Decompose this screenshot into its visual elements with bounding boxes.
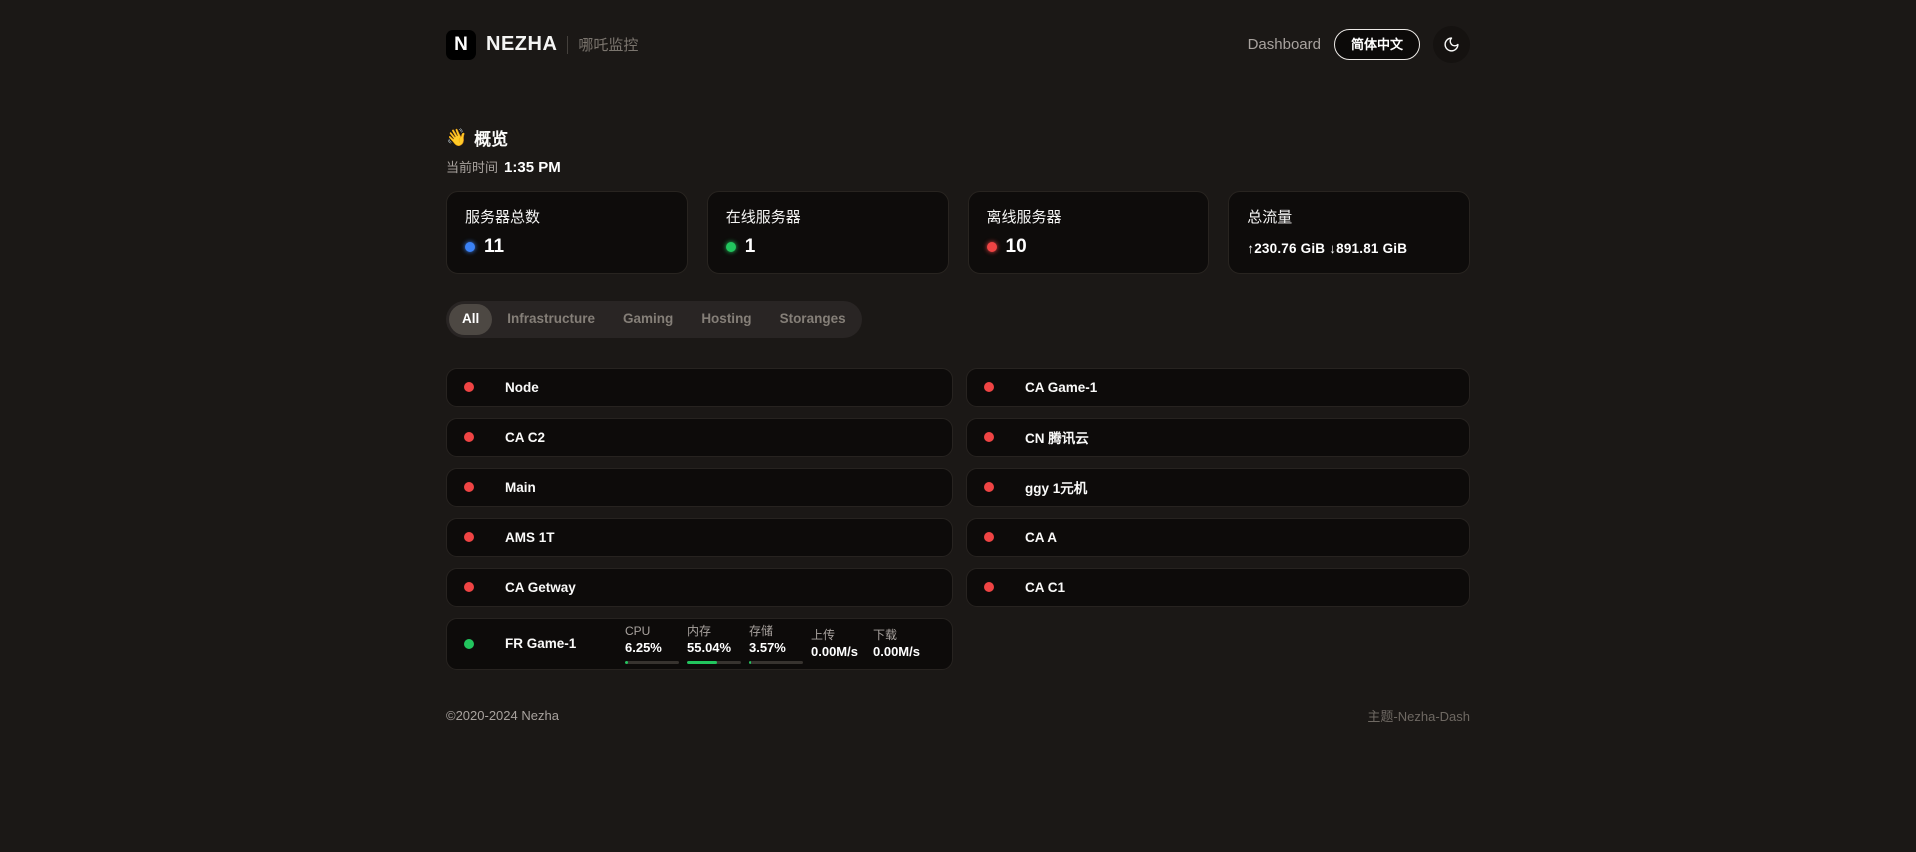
brand-name: NEZHA bbox=[486, 33, 557, 56]
memory-stat: 内存 55.04% bbox=[687, 624, 741, 664]
memory-label: 内存 bbox=[687, 624, 741, 639]
cpu-value: 6.25% bbox=[625, 639, 679, 657]
server-row-ams-1t[interactable]: AMS 1T bbox=[446, 518, 953, 557]
offline-status-dot bbox=[464, 532, 474, 542]
upload-label: 上传 bbox=[811, 628, 865, 643]
stat-card-total-servers[interactable]: 服务器总数 11 bbox=[446, 191, 688, 274]
tab-gaming[interactable]: Gaming bbox=[610, 304, 686, 335]
server-row-ca-c1[interactable]: CA C1 bbox=[966, 568, 1470, 607]
server-row-fr-game-1[interactable]: FR Game-1 CPU 6.25% 内存 55.04% 存储 3.57% bbox=[446, 618, 953, 670]
server-row-ggy[interactable]: ggy 1元机 bbox=[966, 468, 1470, 507]
brand-divider bbox=[567, 36, 568, 54]
offline-status-dot bbox=[464, 582, 474, 592]
server-row-node[interactable]: Node bbox=[446, 368, 953, 407]
moon-icon bbox=[1443, 36, 1460, 53]
stat-label: 总流量 bbox=[1247, 206, 1451, 227]
tab-all[interactable]: All bbox=[449, 304, 492, 335]
current-time-line: 当前时间 1:35 PM bbox=[446, 157, 1470, 176]
server-name: FR Game-1 bbox=[505, 636, 576, 651]
server-row-cn-tencent[interactable]: CN 腾讯云 bbox=[966, 418, 1470, 457]
stat-value: 10 bbox=[1006, 236, 1027, 258]
server-row-main[interactable]: Main bbox=[446, 468, 953, 507]
stat-label: 离线服务器 bbox=[987, 206, 1191, 227]
filter-tabs: All Infrastructure Gaming Hosting Storan… bbox=[446, 301, 862, 338]
memory-value: 55.04% bbox=[687, 639, 741, 657]
server-list: Node CA Game-1 CA C2 CN 腾讯云 Main ggy 1元机… bbox=[446, 368, 1470, 670]
server-name: CN 腾讯云 bbox=[1025, 427, 1089, 447]
server-row-ca-getway[interactable]: CA Getway bbox=[446, 568, 953, 607]
header-actions: Dashboard 简体中文 bbox=[1248, 26, 1470, 63]
offline-status-dot bbox=[464, 382, 474, 392]
stat-label: 在线服务器 bbox=[726, 206, 930, 227]
server-name: Node bbox=[505, 380, 539, 395]
wave-emoji: 👋 bbox=[446, 128, 467, 148]
upload-stat: 上传 0.00M/s bbox=[811, 628, 865, 661]
cpu-label: CPU bbox=[625, 624, 679, 639]
filter-tabs-row: All Infrastructure Gaming Hosting Storan… bbox=[446, 301, 1470, 338]
server-name: CA Game-1 bbox=[1025, 380, 1097, 395]
overview-title-text: 概览 bbox=[474, 125, 508, 150]
current-time-label: 当前时间 bbox=[446, 157, 498, 176]
server-live-stats: CPU 6.25% 内存 55.04% 存储 3.57% 上传 0.00M/s bbox=[625, 624, 935, 664]
storage-progress-bar bbox=[749, 661, 803, 664]
top-header: N NEZHA 哪吒监控 Dashboard 简体中文 bbox=[446, 0, 1470, 63]
download-value: 0.00M/s bbox=[873, 643, 927, 661]
tab-infrastructure[interactable]: Infrastructure bbox=[494, 304, 608, 335]
copyright-text: ©2020-2024 Nezha bbox=[446, 708, 559, 723]
offline-status-dot bbox=[984, 432, 994, 442]
download-label: 下载 bbox=[873, 628, 927, 643]
offline-status-dot bbox=[464, 432, 474, 442]
server-name: CA Getway bbox=[505, 580, 576, 595]
current-time-value: 1:35 PM bbox=[504, 159, 561, 176]
dashboard-page: N NEZHA 哪吒监控 Dashboard 简体中文 👋 概览 当前时间 1:… bbox=[446, 0, 1470, 725]
tab-storanges[interactable]: Storanges bbox=[767, 304, 859, 335]
upload-value: 0.00M/s bbox=[811, 643, 865, 661]
memory-progress-bar bbox=[687, 661, 741, 664]
storage-label: 存储 bbox=[749, 624, 803, 639]
page-title: 👋 概览 bbox=[446, 125, 1470, 150]
offline-status-dot bbox=[984, 482, 994, 492]
stat-value: 1 bbox=[745, 236, 756, 258]
server-row-ca-game-1[interactable]: CA Game-1 bbox=[966, 368, 1470, 407]
offline-status-dot bbox=[984, 582, 994, 592]
server-name: CA C2 bbox=[505, 430, 545, 445]
server-name: Main bbox=[505, 480, 536, 495]
page-footer: ©2020-2024 Nezha 主题-Nezha-Dash bbox=[446, 706, 1470, 725]
storage-value: 3.57% bbox=[749, 639, 803, 657]
cpu-stat: CPU 6.25% bbox=[625, 624, 679, 664]
total-dot-icon bbox=[465, 242, 475, 252]
theme-credit-link[interactable]: 主题-Nezha-Dash bbox=[1367, 706, 1470, 725]
offline-status-dot bbox=[464, 482, 474, 492]
offline-status-dot bbox=[984, 532, 994, 542]
offline-status-dot bbox=[984, 382, 994, 392]
server-name: CA A bbox=[1025, 530, 1057, 545]
online-status-dot bbox=[464, 639, 474, 649]
stat-label: 服务器总数 bbox=[465, 206, 669, 227]
server-name: CA C1 bbox=[1025, 580, 1065, 595]
server-name: AMS 1T bbox=[505, 530, 555, 545]
online-dot-icon bbox=[726, 242, 736, 252]
download-stat: 下载 0.00M/s bbox=[873, 628, 927, 661]
offline-dot-icon bbox=[987, 242, 997, 252]
stat-card-total-traffic[interactable]: 总流量 ↑230.76 GiB ↓891.81 GiB bbox=[1228, 191, 1470, 274]
tab-hosting[interactable]: Hosting bbox=[688, 304, 764, 335]
server-row-ca-c2[interactable]: CA C2 bbox=[446, 418, 953, 457]
nav-dashboard-link[interactable]: Dashboard bbox=[1248, 36, 1321, 53]
cpu-progress-bar bbox=[625, 661, 679, 664]
storage-stat: 存储 3.57% bbox=[749, 624, 803, 664]
stat-value: 11 bbox=[484, 236, 504, 258]
stat-card-online-servers[interactable]: 在线服务器 1 bbox=[707, 191, 949, 274]
language-button[interactable]: 简体中文 bbox=[1334, 29, 1420, 61]
server-row-ca-a[interactable]: CA A bbox=[966, 518, 1470, 557]
nezha-logo-icon: N bbox=[446, 30, 476, 60]
theme-toggle-button[interactable] bbox=[1433, 26, 1470, 63]
brand-subtitle: 哪吒监控 bbox=[578, 34, 638, 55]
server-name: ggy 1元机 bbox=[1025, 477, 1087, 497]
overview-section: 👋 概览 当前时间 1:35 PM bbox=[446, 125, 1470, 176]
traffic-value: ↑230.76 GiB ↓891.81 GiB bbox=[1247, 241, 1451, 256]
stat-card-offline-servers[interactable]: 离线服务器 10 bbox=[968, 191, 1210, 274]
stat-cards: 服务器总数 11 在线服务器 1 离线服务器 10 总流量 ↑230.76 Gi… bbox=[446, 191, 1470, 274]
brand-logo[interactable]: N NEZHA 哪吒监控 bbox=[446, 30, 638, 60]
